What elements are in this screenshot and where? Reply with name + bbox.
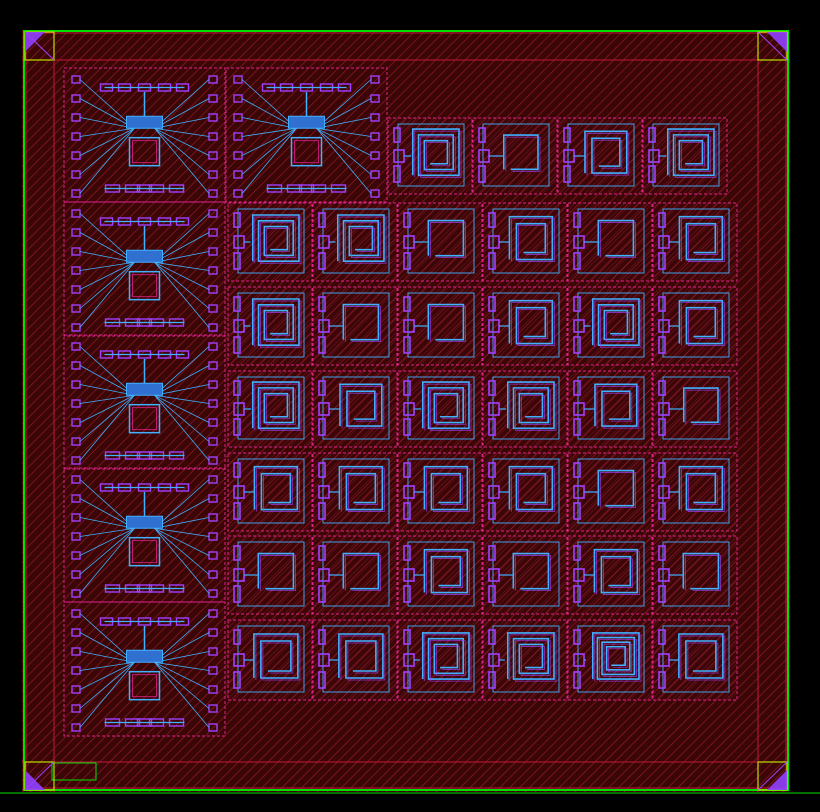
inductor-cell [387,117,473,195]
spiral-inductor-array [227,117,738,701]
gate-finger [126,649,163,663]
inductor-cell [567,202,653,282]
inductor-cell [312,619,398,701]
inductor-cell [482,452,568,532]
inductor-cell [312,286,398,366]
inductor-cell [482,370,568,448]
inductor-cell [652,202,738,282]
inductor-cell [397,452,483,532]
inductor-cell [227,286,313,366]
inductor-cell [567,535,653,615]
inductor-cell [567,286,653,366]
inductor-cell [652,535,738,615]
gate-finger [126,382,163,396]
inductor-cell [567,619,653,701]
inductor-cell [472,117,558,195]
gate-finger [288,115,325,129]
gate-finger [126,515,163,529]
inductor-cell [397,202,483,282]
inductor-cell [397,286,483,366]
inductor-cell [227,452,313,532]
inductor-cell [312,370,398,448]
inductor-cell [312,202,398,282]
inductor-cell [652,452,738,532]
inductor-cell [652,619,738,701]
inductor-cell [557,117,643,195]
inductor-cell [227,619,313,701]
inductor-cell [482,202,568,282]
gate-finger [126,249,163,263]
inductor-cell [397,370,483,448]
inductor-cell [312,535,398,615]
inductor-cell [482,286,568,366]
inductor-cell [227,202,313,282]
inductor-cell [652,286,738,366]
chip-layout-canvas [0,0,820,812]
gate-finger [126,115,163,129]
inductor-cell [642,117,728,195]
inductor-cell [482,535,568,615]
inductor-cell [227,535,313,615]
inductor-cell [652,370,738,448]
inductor-cell [567,370,653,448]
inductor-cell [397,619,483,701]
inductor-cell [312,452,398,532]
inductor-cell [397,535,483,615]
inductor-cell [227,370,313,448]
inductor-cell [567,452,653,532]
inductor-cell [482,619,568,701]
